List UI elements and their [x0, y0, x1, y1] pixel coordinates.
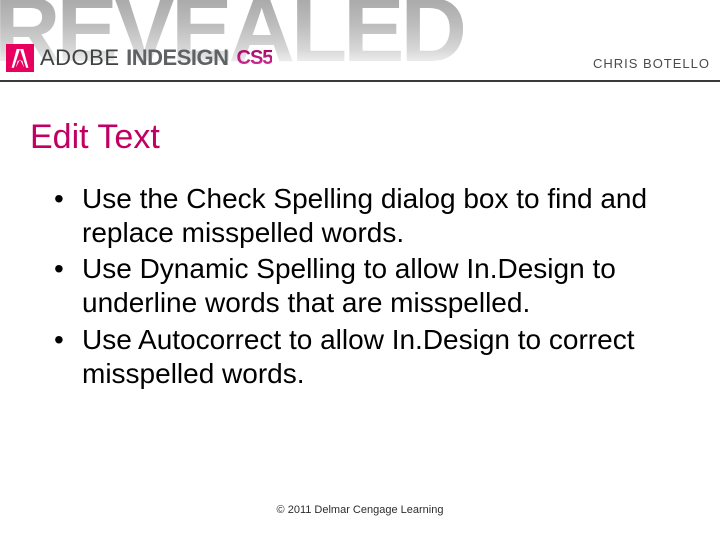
brand-prefix: ADOBE: [40, 45, 120, 70]
slide-header: REVEALED ADOBE INDESIGN CS5 CHRIS BOTELL…: [0, 0, 720, 86]
bullet-text: Use Dynamic Spelling to allow In.Design …: [82, 252, 664, 320]
bullet-dot-icon: •: [54, 323, 82, 391]
list-item: • Use the Check Spelling dialog box to f…: [54, 182, 664, 250]
bullet-text: Use the Check Spelling dialog box to fin…: [82, 182, 664, 250]
brand-text: ADOBE INDESIGN: [40, 45, 229, 71]
slide: REVEALED ADOBE INDESIGN CS5 CHRIS BOTELL…: [0, 0, 720, 540]
author-byline: CHRIS BOTELLO: [593, 56, 710, 71]
list-item: • Use Autocorrect to allow In.Design to …: [54, 323, 664, 391]
bullet-dot-icon: •: [54, 182, 82, 250]
brand-suffix: CS5: [237, 47, 273, 70]
footer-copyright: © 2011 Delmar Cengage Learning: [0, 504, 720, 516]
banner-divider: [0, 80, 720, 82]
bullet-list: • Use the Check Spelling dialog box to f…: [54, 182, 664, 393]
adobe-logo-icon: [6, 44, 34, 72]
bullet-text: Use Autocorrect to allow In.Design to co…: [82, 323, 664, 391]
bullet-dot-icon: •: [54, 252, 82, 320]
brand-lockup: ADOBE INDESIGN CS5: [6, 44, 272, 72]
slide-title: Edit Text: [30, 118, 160, 157]
brand-product: INDESIGN: [126, 45, 228, 70]
list-item: • Use Dynamic Spelling to allow In.Desig…: [54, 252, 664, 320]
